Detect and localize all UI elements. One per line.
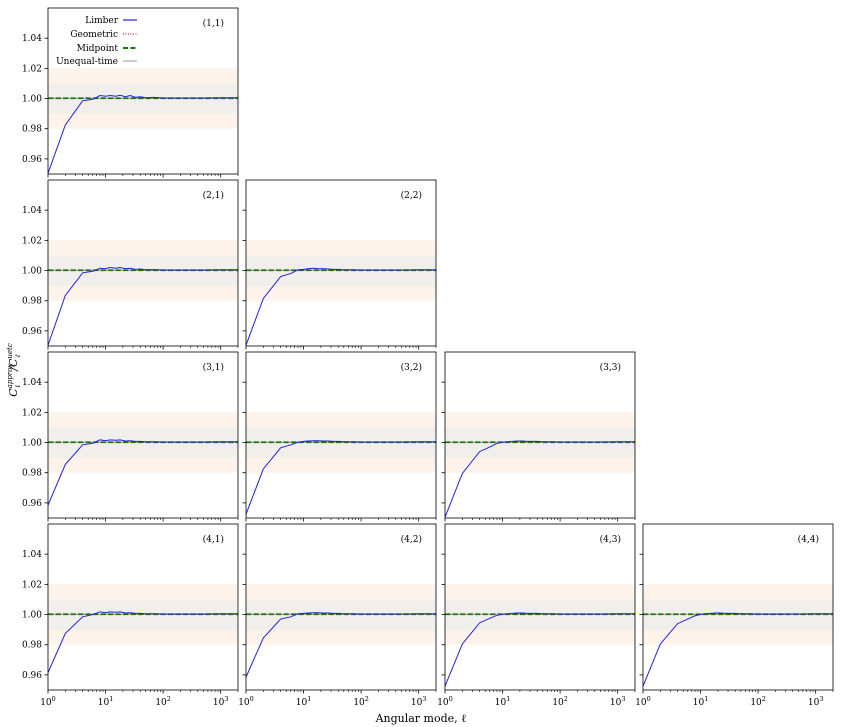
y-axis-label: Capproxℓ/Cuetcℓ bbox=[6, 343, 22, 397]
y-tick-label: 1.02 bbox=[22, 408, 42, 418]
y-tick-label: 0.96 bbox=[22, 327, 42, 337]
legend-label-limber: Limber bbox=[85, 16, 118, 26]
panel-label: (4,1) bbox=[203, 534, 224, 545]
x-tick-label: 101 bbox=[495, 695, 511, 708]
x-tick-label: 102 bbox=[552, 695, 568, 708]
x-tick-label: 103 bbox=[411, 695, 427, 708]
legend-label-unequal-time: Unequal-time bbox=[56, 57, 118, 67]
x-tick-label: 102 bbox=[155, 695, 171, 708]
panel-label: (3,2) bbox=[401, 362, 422, 373]
x-tick-label: 100 bbox=[635, 695, 651, 708]
y-tick-label: 0.98 bbox=[22, 641, 42, 651]
legend-label-midpoint: Midpoint bbox=[77, 44, 119, 54]
x-tick-label: 103 bbox=[610, 695, 626, 708]
panel-3-1: (3,1) 0.96 0.98 1.00 1.02 1.04 bbox=[22, 351, 239, 522]
x-tick-label: 101 bbox=[693, 695, 709, 708]
y-tick-label: 1.00 bbox=[22, 439, 42, 449]
y-tick-label: 0.96 bbox=[22, 671, 42, 681]
panel-label: (4,2) bbox=[401, 534, 422, 545]
panel-3-2: (3,2) bbox=[242, 351, 437, 522]
panel-4-2: (4,2) 100 101 102 103 bbox=[238, 523, 437, 708]
y-tick-label: 1.02 bbox=[22, 236, 42, 246]
legend: Limber Geometric Midpoint Unequal-time bbox=[56, 16, 137, 67]
panel-3-3: (3,3) bbox=[441, 351, 636, 522]
panel-label: (3,1) bbox=[203, 362, 224, 373]
y-tick-label: 1.04 bbox=[22, 378, 42, 388]
x-tick-label: 100 bbox=[238, 695, 254, 708]
panel-grid: (1,1) 0.96 0.98 1.00 1.02 1.04 (2,1) 0.96 0.98 1.… bbox=[22, 7, 834, 708]
x-tick-label: 100 bbox=[40, 695, 56, 708]
figure-canvas: (1,1) 0.96 0.98 1.00 1.02 1.04 (2,1) 0.96 0.98 1.… bbox=[6, 7, 834, 725]
panel-4-4: (4,4) 100 101 102 103 bbox=[635, 523, 834, 708]
y-tick-label: 0.98 bbox=[22, 469, 42, 479]
x-axis-label: Angular mode, ℓ bbox=[375, 712, 467, 725]
panel-label: (3,3) bbox=[600, 362, 621, 373]
y-tick-label: 0.98 bbox=[22, 125, 42, 135]
panel-label: (1,1) bbox=[203, 18, 224, 29]
y-tick-label: 1.04 bbox=[22, 550, 42, 560]
y-tick-label: 0.96 bbox=[22, 155, 42, 165]
x-tick-label: 102 bbox=[750, 695, 766, 708]
y-tick-label: 1.02 bbox=[22, 64, 42, 74]
x-tick-label: 103 bbox=[213, 695, 229, 708]
panel-label: (4,4) bbox=[798, 534, 819, 545]
panel-label: (4,3) bbox=[600, 534, 621, 545]
panel-4-1: (4,1) 0.96 0.98 1.00 1.02 1.04 100 101 102 103 bbox=[22, 523, 239, 708]
panel-1-1: (1,1) 0.96 0.98 1.00 1.02 1.04 bbox=[22, 7, 239, 178]
y-tick-label: 1.04 bbox=[22, 34, 42, 44]
x-tick-label: 102 bbox=[353, 695, 369, 708]
panel-2-2: (2,2) bbox=[242, 179, 437, 350]
y-tick-label: 1.00 bbox=[22, 611, 42, 621]
panel-2-1: (2,1) 0.96 0.98 1.00 1.02 1.04 bbox=[22, 179, 239, 350]
x-tick-label: 101 bbox=[296, 695, 312, 708]
y-tick-label: 0.96 bbox=[22, 499, 42, 509]
y-tick-label: 0.98 bbox=[22, 297, 42, 307]
y-tick-label: 1.00 bbox=[22, 267, 42, 277]
y-tick-label: 1.02 bbox=[22, 580, 42, 590]
x-tick-label: 100 bbox=[437, 695, 453, 708]
svg-text:Capproxℓ/Cuetcℓ: Capproxℓ/Cuetcℓ bbox=[6, 343, 22, 397]
panel-4-3: (4,3) 100 101 102 103 bbox=[437, 523, 636, 708]
x-tick-label: 101 bbox=[98, 695, 114, 708]
y-tick-label: 1.00 bbox=[22, 95, 42, 105]
y-tick-label: 1.04 bbox=[22, 206, 42, 216]
panel-label: (2,1) bbox=[203, 190, 224, 201]
legend-label-geometric: Geometric bbox=[70, 30, 118, 40]
x-tick-label: 103 bbox=[808, 695, 824, 708]
panel-label: (2,2) bbox=[401, 190, 422, 201]
